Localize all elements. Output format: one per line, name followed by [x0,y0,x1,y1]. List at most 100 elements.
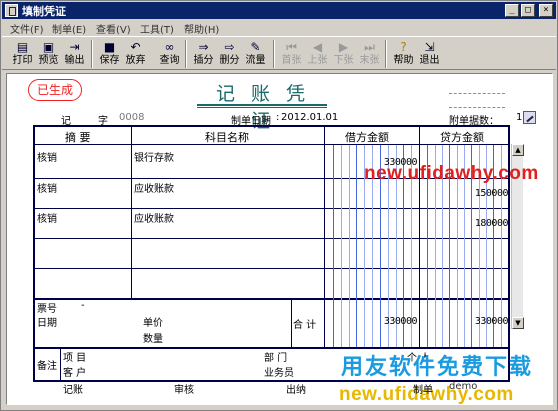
grid-line [60,347,61,380]
last-voucher-button[interactable]: ⏭ 末张 [357,39,382,69]
next-voucher-button[interactable]: ▶ 下张 [331,39,356,69]
toolbar: ▤ 打印 ▣ 预览 ⇥ 输出 ■ 保存 ↶ 放弃 ∞ 查询 ⇒ 插分 ⇨ 删分 ✎ 流量 ⏮ 首张 … [2,36,556,70]
bill-no-label: 票号 [37,304,57,315]
toolbar-separator [385,40,387,68]
save-button[interactable]: ■ 保存 [97,39,122,69]
customer-label: 客 户 [63,368,87,379]
first-icon: ⏮ [286,40,297,54]
maker-label: 制单 [413,385,433,396]
row-summary[interactable]: 核销 [37,210,57,225]
preview-icon: ▣ [42,40,55,54]
binoculars-icon: ∞ [164,40,175,54]
insert-row-icon: ⇒ [198,40,209,54]
menu-tools[interactable]: 工具(T) [140,21,174,36]
toolbar-separator [91,40,93,68]
insert-entry-button[interactable]: ⇒ 插分 [191,39,216,69]
app-icon [5,4,18,17]
prev-icon: ◀ [312,40,323,54]
title-underline [197,107,327,108]
discard-button[interactable]: ↶ 放弃 [123,39,148,69]
query-button[interactable]: ∞ 查询 [157,39,182,69]
total-debit: 330000 [383,316,418,327]
cashflow-button[interactable]: ✎ 流量 [243,39,268,69]
voucher-number[interactable]: 0008 [119,112,144,123]
status-stamp: 已生成 [28,79,82,101]
export-icon: ⇥ [69,40,80,54]
scroll-down-icon[interactable]: ▼ [512,317,524,329]
voucher-title: 记 账 凭 证 [215,83,311,132]
menu-help[interactable]: 帮助(H) [184,21,219,36]
unit-price-label: 单价 [143,318,163,329]
toolbar-separator [185,40,187,68]
grid-line [35,238,508,239]
header-account: 科目名称 [205,131,249,144]
attachment-count[interactable]: 1 [516,112,522,123]
attachment-icon[interactable] [523,111,536,124]
menu-edit[interactable]: 制单(E) [52,21,86,36]
exit-button[interactable]: ⇲ 退出 [417,39,442,69]
dept-label: 部 门 [264,353,288,364]
row-credit[interactable]: 180000 [420,218,509,229]
quantity-label: 数量 [143,334,163,345]
exit-icon: ⇲ [424,40,435,54]
watermark-text: 用友软件免费下载 [341,355,534,380]
reviewer-label: 审核 [174,385,194,396]
close-button[interactable]: × [539,4,553,17]
save-icon: ■ [103,40,116,54]
date2-label: 日期 [37,318,57,329]
menu-file[interactable]: 文件(F) [10,21,44,36]
minimize-button[interactable]: _ [505,4,519,17]
row-account[interactable]: 银行存款 [134,149,174,164]
project-label: 项 目 [63,353,87,364]
header-debit: 借方金额 [345,131,389,144]
first-voucher-button[interactable]: ⏮ 首张 [279,39,304,69]
next-icon: ▶ [338,40,349,54]
row-credit[interactable]: 150000 [420,188,509,199]
window-title: 填制凭证 [22,5,66,18]
bill-no-value[interactable]: - [81,300,85,311]
voucher-window: 填制凭证 _ □ × 文件(F) 制单(E) 查看(V) 工具(T) 帮助(H)… [0,0,558,411]
export-button[interactable]: ⇥ 输出 [62,39,87,69]
date-value[interactable]: 2012.01.01 [281,112,338,123]
grid-line [35,144,508,145]
grid-line [291,298,292,347]
bookkeeper-label: 记账 [63,385,83,396]
cashflow-icon: ✎ [250,40,261,54]
row-account[interactable]: 应收账款 [134,180,174,195]
title-bar[interactable]: 填制凭证 _ □ × [2,2,556,19]
grid-line [35,208,508,209]
help-icon: ? [400,40,407,54]
dashed-rule [449,93,505,94]
help-button[interactable]: ? 帮助 [391,39,416,69]
dashed-rule [449,107,505,108]
grid-line [35,298,508,300]
undo-icon: ↶ [130,40,141,54]
cashier-label: 出纳 [286,385,306,396]
header-credit: 贷方金额 [440,131,484,144]
printer-icon: ▤ [16,40,29,54]
row-account[interactable]: 应收账款 [134,210,174,225]
maker-name: demo [449,381,478,392]
total-credit: 330000 [474,316,509,327]
menu-view[interactable]: 查看(V) [96,21,131,36]
header-summary: 摘 要 [65,131,91,144]
salesman-label: 业务员 [264,368,294,379]
total-label: 合 计 [293,320,317,331]
last-icon: ⏭ [364,40,375,54]
maximize-button[interactable]: □ [521,4,535,17]
preview-button[interactable]: ▣ 预览 [36,39,61,69]
row-summary[interactable]: 核销 [37,180,57,195]
grid-line [131,127,132,298]
print-button[interactable]: ▤ 打印 [10,39,35,69]
row-summary[interactable]: 核销 [37,149,57,164]
watermark-url-top: new.ufidawhy.com [364,163,539,184]
date-colon: : [276,112,280,123]
remark-label: 备注 [37,361,57,372]
menu-bar: 文件(F) 制单(E) 查看(V) 工具(T) 帮助(H) [2,19,556,36]
toolbar-separator [273,40,275,68]
delete-row-icon: ⇨ [224,40,235,54]
delete-entry-button[interactable]: ⇨ 删分 [217,39,242,69]
scroll-up-icon[interactable]: ▲ [512,144,524,156]
title-underline [197,104,327,106]
prev-voucher-button[interactable]: ◀ 上张 [305,39,330,69]
